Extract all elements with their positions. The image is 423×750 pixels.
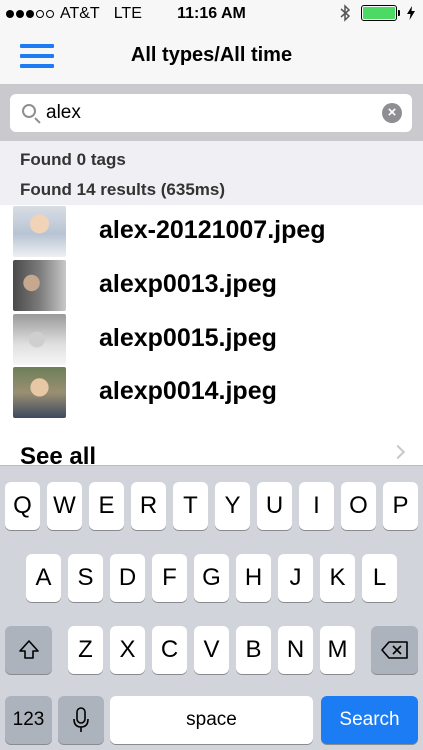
keyboard: Q W E R T Y U I O P A S D F G H J K L Z … — [0, 465, 423, 750]
key-g[interactable]: G — [194, 554, 229, 602]
results-list: alex-20121007.jpeg alexp0013.jpeg alexp0… — [0, 205, 423, 470]
result-row[interactable]: alexp0015.jpeg — [0, 313, 423, 365]
key-w[interactable]: W — [47, 482, 82, 530]
chevron-right-icon — [390, 444, 406, 460]
backspace-icon — [380, 641, 408, 659]
microphone-icon — [73, 707, 89, 732]
key-n[interactable]: N — [278, 626, 313, 674]
shift-icon — [18, 640, 39, 659]
search-summary: Found 0 tags Found 14 results (635ms) — [0, 141, 423, 205]
key-b[interactable]: B — [236, 626, 271, 674]
result-row[interactable]: alexp0013.jpeg — [0, 259, 423, 311]
key-d[interactable]: D — [110, 554, 145, 602]
navigation-bar: All types/All time — [0, 30, 423, 85]
shift-key[interactable] — [5, 626, 52, 674]
key-f[interactable]: F — [152, 554, 187, 602]
key-x[interactable]: X — [110, 626, 145, 674]
key-h[interactable]: H — [236, 554, 271, 602]
key-e[interactable]: E — [89, 482, 124, 530]
key-u[interactable]: U — [257, 482, 292, 530]
result-name: alexp0013.jpeg — [99, 270, 277, 298]
key-q[interactable]: Q — [5, 482, 40, 530]
key-l[interactable]: L — [362, 554, 397, 602]
key-p[interactable]: P — [383, 482, 418, 530]
result-name: alexp0014.jpeg — [99, 377, 277, 405]
results-count: Found 14 results (635ms) — [20, 180, 226, 199]
search-field[interactable]: × — [10, 94, 412, 132]
backspace-key[interactable] — [371, 626, 418, 674]
clear-icon[interactable]: × — [382, 103, 402, 123]
key-j[interactable]: J — [278, 554, 313, 602]
result-name: alexp0015.jpeg — [99, 324, 277, 352]
photo-thumbnail — [13, 260, 66, 311]
key-m[interactable]: M — [320, 626, 355, 674]
photo-thumbnail — [13, 367, 66, 418]
key-k[interactable]: K — [320, 554, 355, 602]
result-row[interactable]: alex-20121007.jpeg — [0, 205, 423, 257]
key-v[interactable]: V — [194, 626, 229, 674]
key-i[interactable]: I — [299, 482, 334, 530]
search-key[interactable]: Search — [321, 696, 418, 744]
key-a[interactable]: A — [26, 554, 61, 602]
numbers-key[interactable]: 123 — [5, 696, 52, 744]
key-t[interactable]: T — [173, 482, 208, 530]
search-icon — [22, 104, 36, 118]
search-input[interactable] — [46, 100, 366, 126]
key-r[interactable]: R — [131, 482, 166, 530]
page-title: All types/All time — [130, 44, 293, 66]
microphone-key[interactable] — [58, 696, 104, 744]
charging-icon — [407, 6, 415, 20]
photo-thumbnail — [13, 314, 66, 365]
search-bar: × — [0, 85, 423, 141]
photo-thumbnail — [13, 206, 66, 257]
key-z[interactable]: Z — [68, 626, 103, 674]
key-s[interactable]: S — [68, 554, 103, 602]
key-c[interactable]: C — [152, 626, 187, 674]
key-y[interactable]: Y — [215, 482, 250, 530]
key-o[interactable]: O — [341, 482, 376, 530]
status-right — [339, 4, 415, 22]
space-key[interactable]: space — [110, 696, 313, 744]
tags-count: Found 0 tags — [20, 150, 126, 169]
status-bar: AT&T LTE 11:16 AM — [0, 0, 423, 30]
battery-icon — [361, 5, 400, 21]
result-name: alex-20121007.jpeg — [99, 216, 326, 244]
result-row[interactable]: alexp0014.jpeg — [0, 366, 423, 418]
bluetooth-icon — [340, 4, 351, 22]
